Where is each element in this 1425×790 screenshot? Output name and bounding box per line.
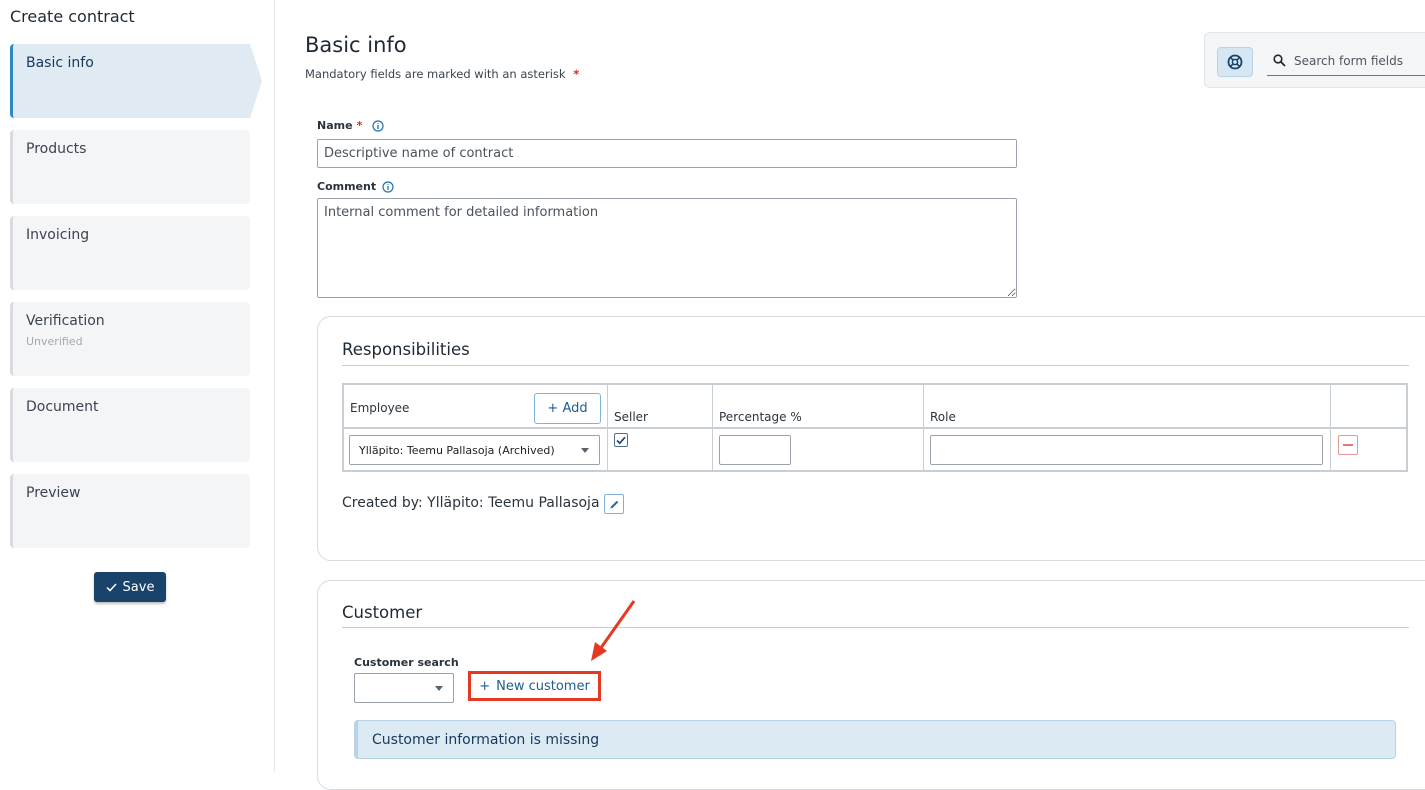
customer-search-label: Customer search: [354, 656, 459, 669]
chevron-down-icon: [581, 448, 589, 453]
responsibilities-card: Responsibilities Employee + Add Seller P…: [317, 316, 1425, 561]
customer-title: Customer: [342, 603, 423, 622]
section-divider: [342, 627, 1409, 628]
step-label: Preview: [26, 485, 81, 501]
help-button[interactable]: [1217, 47, 1253, 77]
responsibilities-table: Employee + Add Seller Percentage % Role …: [342, 383, 1408, 472]
search-input[interactable]: [1292, 52, 1425, 69]
form-search-panel: [1204, 32, 1425, 88]
percentage-column-header: Percentage %: [719, 410, 802, 424]
step-verification[interactable]: Verification Unverified: [10, 302, 250, 376]
pencil-icon: [610, 500, 618, 508]
step-products[interactable]: Products: [10, 130, 250, 204]
minus-icon: [1343, 444, 1353, 446]
comment-label: Comment: [317, 180, 377, 193]
step-preview[interactable]: Preview: [10, 474, 250, 548]
contract-name-input[interactable]: [317, 139, 1017, 168]
responsibilities-title: Responsibilities: [342, 340, 470, 359]
nav-title: Create contract: [10, 7, 135, 26]
info-icon[interactable]: [372, 119, 384, 132]
step-document[interactable]: Document: [10, 388, 250, 462]
search-icon: [1273, 54, 1286, 67]
step-label: Invoicing: [26, 227, 90, 243]
new-customer-button[interactable]: + New customer: [468, 671, 601, 701]
checkmark-icon: [616, 436, 626, 444]
add-employee-button[interactable]: + Add: [534, 393, 601, 424]
plus-icon: +: [479, 678, 491, 694]
name-label-row: Name *: [317, 119, 384, 132]
customer-missing-alert: Customer information is missing: [354, 720, 1396, 759]
save-label: Save: [122, 579, 155, 595]
new-customer-label: New customer: [496, 678, 590, 694]
chevron-down-icon: [435, 686, 443, 691]
employee-select-value: Ylläpito: Teemu Pallasoja (Archived): [359, 443, 555, 457]
comment-textarea[interactable]: [317, 198, 1017, 298]
customer-card: Customer Customer search + New customer …: [317, 580, 1425, 790]
created-by-text: Created by: Ylläpito: Teemu Pallasoja: [342, 495, 600, 511]
mandatory-note: Mandatory fields are marked with an aste…: [305, 67, 579, 81]
step-basic-info[interactable]: Basic info: [10, 44, 262, 118]
step-status: Unverified: [26, 335, 83, 348]
comment-label-row: Comment: [317, 180, 394, 193]
save-button[interactable]: Save: [94, 572, 166, 602]
employee-column-header: Employee: [350, 401, 410, 415]
annotation-arrow-icon: [591, 600, 636, 661]
percentage-input[interactable]: [719, 435, 791, 465]
remove-row-button[interactable]: [1338, 435, 1358, 455]
step-invoicing[interactable]: Invoicing: [10, 216, 250, 290]
plus-icon: +: [547, 401, 559, 416]
role-column-header: Role: [930, 410, 956, 424]
page-title: Basic info: [305, 33, 407, 57]
step-label: Verification: [26, 313, 105, 329]
seller-checkbox[interactable]: [614, 433, 628, 447]
customer-search-select[interactable]: [354, 673, 454, 703]
step-label: Products: [26, 141, 87, 157]
step-label: Basic info: [26, 55, 94, 71]
alert-text: Customer information is missing: [372, 731, 600, 748]
seller-column-header: Seller: [614, 410, 648, 424]
role-input[interactable]: [930, 435, 1323, 465]
required-asterisk: *: [573, 67, 580, 81]
search-field[interactable]: [1267, 46, 1425, 76]
checkmark-icon: [106, 582, 117, 592]
add-label: Add: [562, 401, 588, 416]
mandatory-note-text: Mandatory fields are marked with an aste…: [305, 67, 566, 81]
step-navigation: Create contract Basic info Products Invo…: [0, 0, 275, 772]
step-label: Document: [26, 399, 99, 415]
employee-select[interactable]: Ylläpito: Teemu Pallasoja (Archived): [349, 435, 600, 465]
edit-creator-button[interactable]: [604, 494, 624, 514]
lifebuoy-icon: [1227, 54, 1243, 70]
name-label: Name: [317, 119, 353, 132]
required-asterisk: *: [356, 119, 363, 132]
header-divider: [344, 427, 1406, 429]
info-icon[interactable]: [382, 180, 394, 193]
section-divider: [342, 365, 1409, 366]
